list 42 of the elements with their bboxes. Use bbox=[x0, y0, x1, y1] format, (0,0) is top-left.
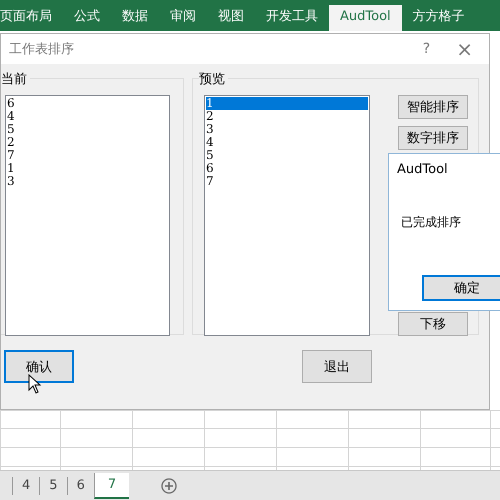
list-item[interactable]: 7 bbox=[7, 149, 168, 162]
list-item[interactable]: 2 bbox=[206, 110, 368, 123]
list-item[interactable]: 2 bbox=[7, 136, 168, 149]
list-item[interactable]: 1 bbox=[7, 162, 168, 175]
list-item[interactable]: 3 bbox=[206, 123, 368, 136]
window-title: 工作表排序 bbox=[9, 41, 75, 58]
list-item[interactable]: 3 bbox=[7, 175, 168, 188]
message-text: 已完成排序 bbox=[401, 214, 461, 231]
sheet-tab[interactable]: 7 bbox=[94, 473, 130, 499]
sort-button[interactable]: 智能排序 bbox=[398, 95, 468, 119]
ribbon-tab[interactable]: 页面布局 bbox=[0, 5, 63, 31]
ribbon-tab[interactable]: 视图 bbox=[207, 5, 255, 31]
exit-button[interactable]: 退出 bbox=[302, 350, 372, 383]
sort-button[interactable]: 数字排序 bbox=[398, 126, 468, 150]
list-item[interactable]: 6 bbox=[206, 162, 368, 175]
group-label: 预览 bbox=[199, 70, 228, 88]
ribbon-tab[interactable]: 审阅 bbox=[159, 5, 207, 31]
sheet-tab[interactable]: 4 bbox=[12, 477, 40, 495]
ribbon-tab[interactable]: AudTool bbox=[329, 5, 402, 31]
list-item[interactable]: 4 bbox=[206, 136, 368, 149]
group-label: 当前 bbox=[1, 70, 30, 88]
list-item[interactable]: 7 bbox=[206, 175, 368, 188]
ribbon-tab[interactable]: 方方格子 bbox=[402, 5, 476, 31]
move-down-button[interactable]: 下移 bbox=[398, 312, 468, 336]
list-box[interactable]: 6 4 5 2 7 1 3 bbox=[5, 95, 170, 336]
close-button[interactable]: × bbox=[456, 37, 473, 61]
list-item[interactable]: 4 bbox=[7, 110, 168, 123]
message-title: AudTool bbox=[397, 162, 448, 177]
ribbon-tab[interactable]: 公式 bbox=[63, 5, 111, 31]
confirm-button[interactable]: 确认 bbox=[4, 350, 74, 383]
ribbon-tab[interactable]: 开发工具 bbox=[255, 5, 329, 31]
ok-button[interactable]: 确定 bbox=[422, 275, 500, 301]
help-button[interactable]: ? bbox=[422, 41, 430, 57]
add-sheet-icon[interactable] bbox=[161, 478, 178, 494]
sheet-tab[interactable]: 5 bbox=[39, 477, 67, 495]
list-box[interactable]: 1 2 3 4 5 6 7 bbox=[204, 95, 370, 336]
list-item[interactable]: 5 bbox=[206, 149, 368, 162]
list-item[interactable]: 5 bbox=[7, 123, 168, 136]
list-item[interactable]: 1 bbox=[206, 97, 368, 110]
ribbon-tab[interactable]: 数据 bbox=[111, 5, 159, 31]
mouse-cursor-icon bbox=[28, 374, 42, 394]
list-item[interactable]: 6 bbox=[7, 97, 168, 110]
